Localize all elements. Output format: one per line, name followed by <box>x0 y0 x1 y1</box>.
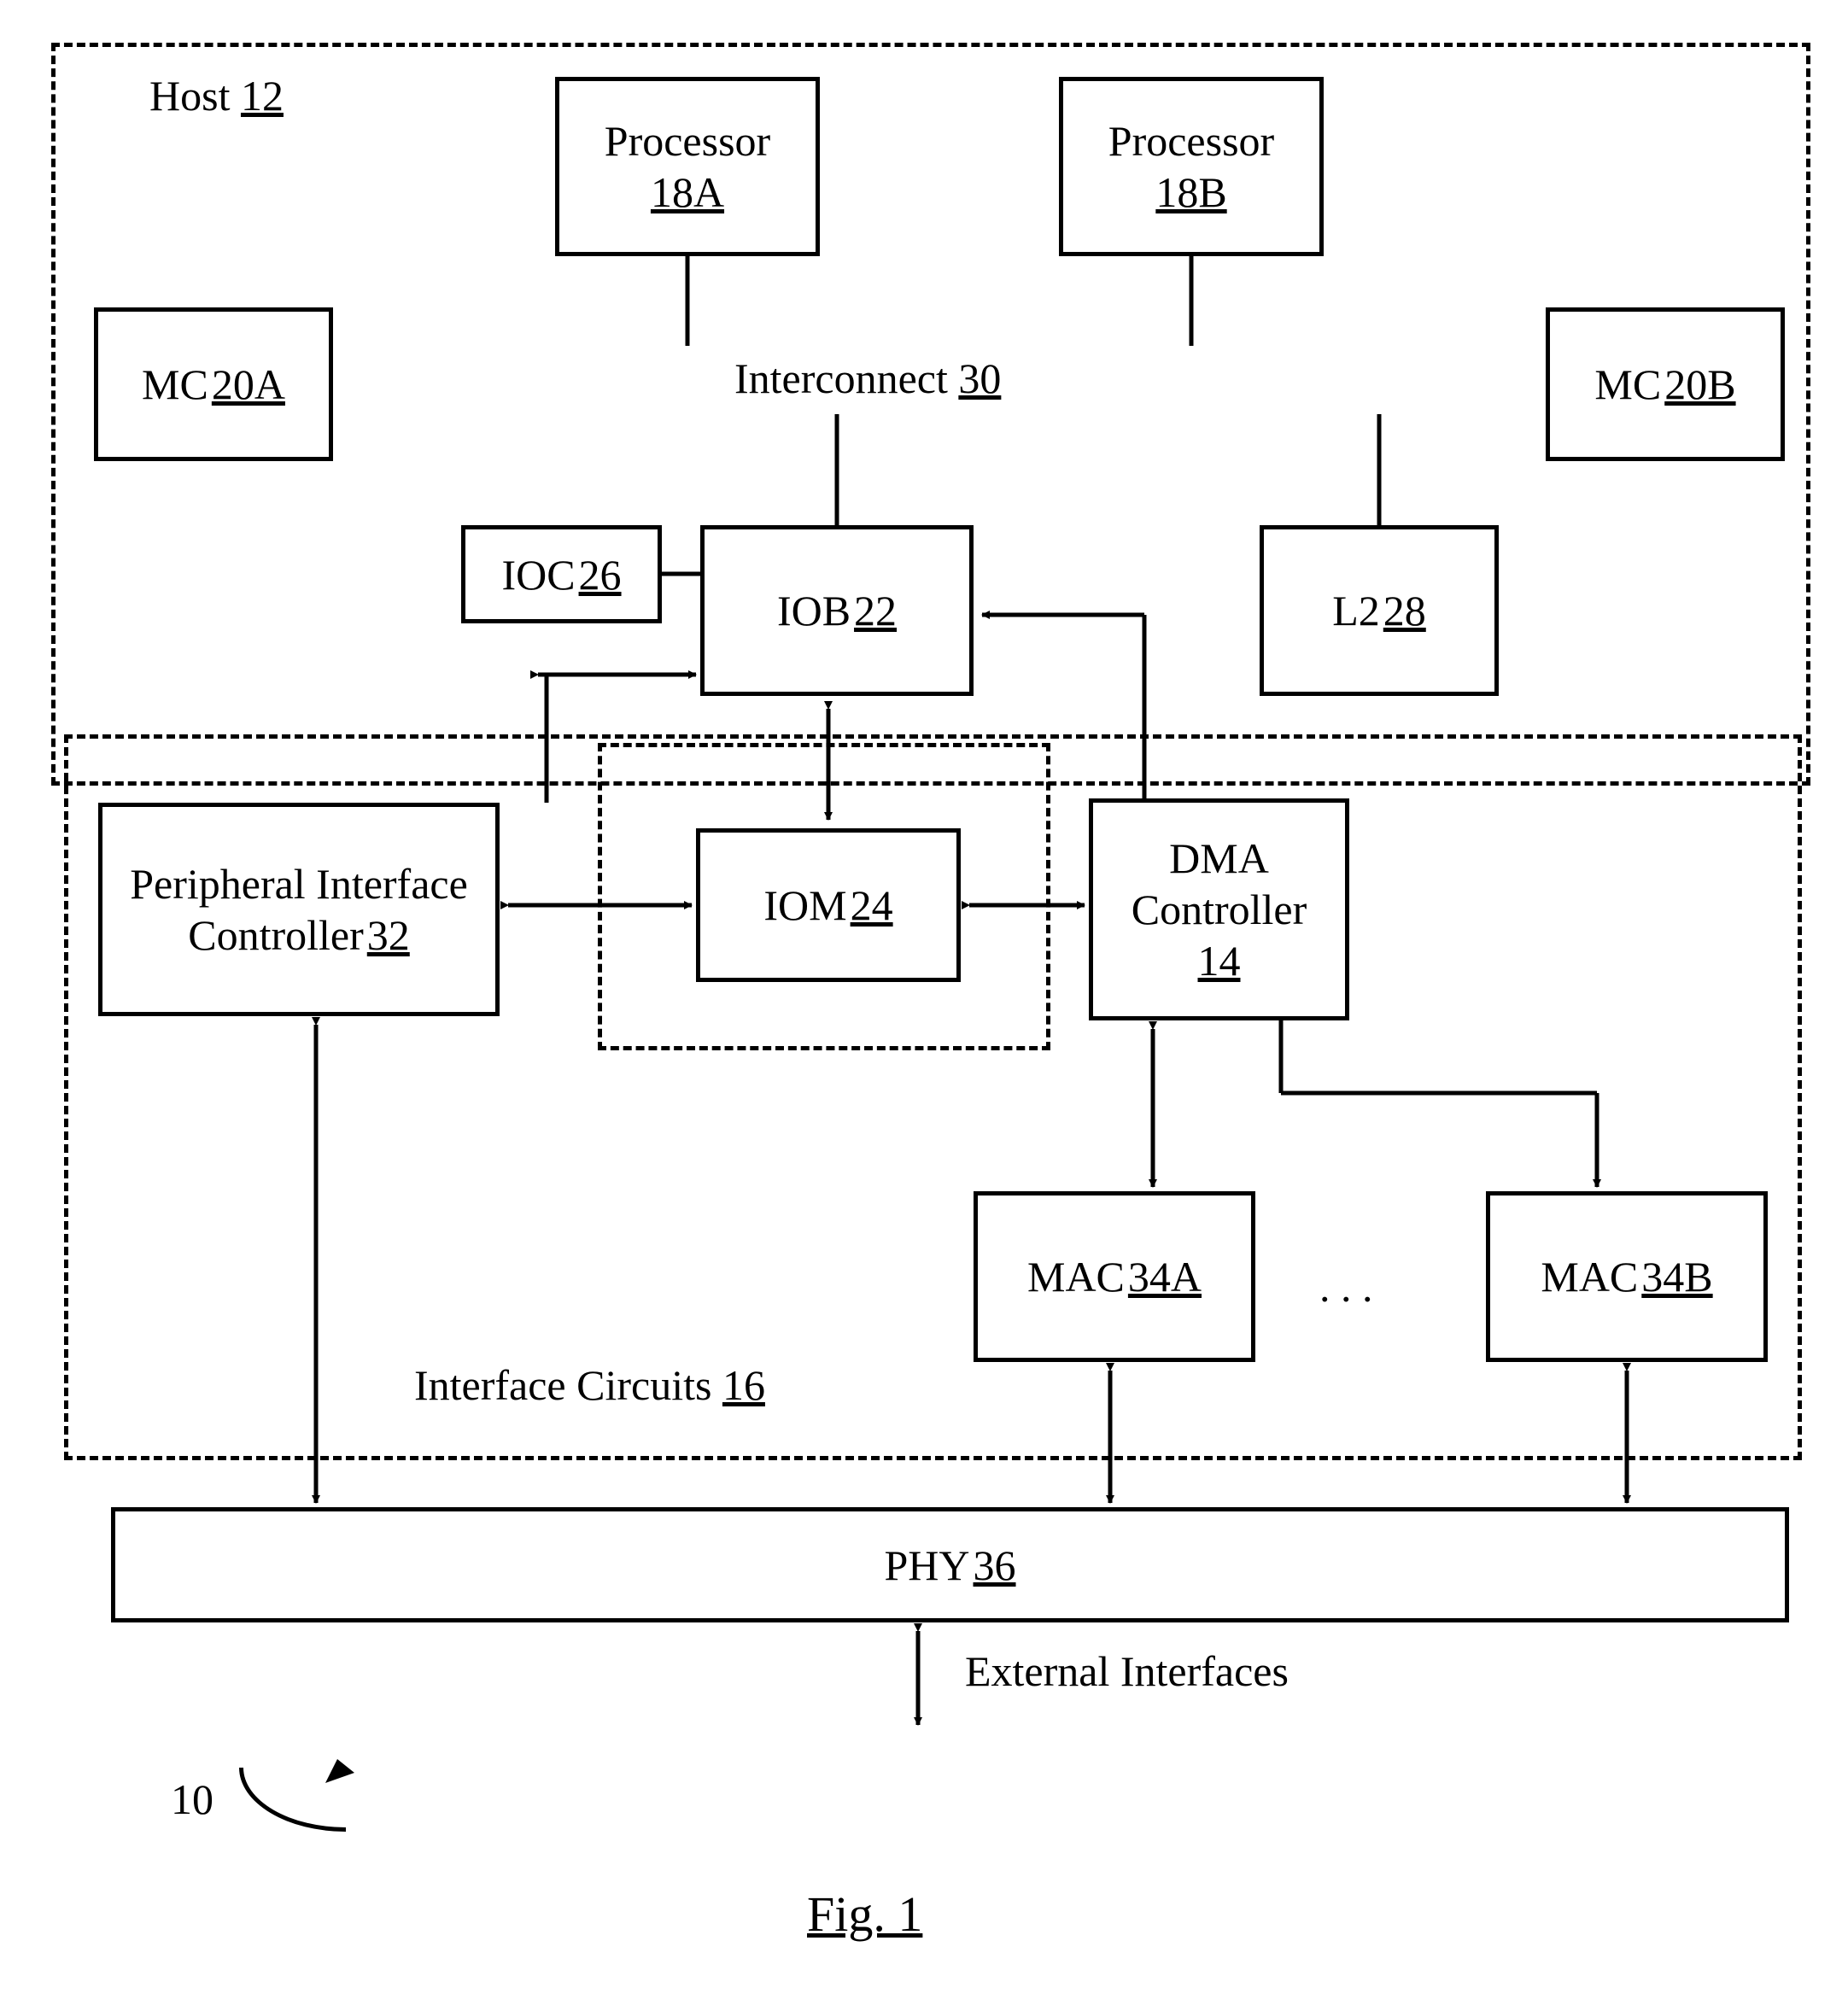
mac-a: MAC 34A <box>974 1191 1255 1362</box>
phy: PHY 36 <box>111 1507 1789 1622</box>
diagram-canvas: Host 12 Processor 18A Processor 18B MC 2… <box>0 0 1848 2011</box>
mac-b: MAC 34B <box>1486 1191 1768 1362</box>
ioc: IOC 26 <box>461 525 662 623</box>
interface-circuits-label: Interface Circuits 16 <box>414 1362 765 1409</box>
mc-b: MC 20B <box>1546 307 1785 461</box>
mac-ellipsis: . . . <box>1319 1264 1373 1311</box>
processor-a: Processor 18A <box>555 77 820 256</box>
iob: IOB 22 <box>700 525 974 696</box>
host-label: Host 12 <box>149 73 284 120</box>
processor-b: Processor 18B <box>1059 77 1324 256</box>
interconnect-label: Interconnect 30 <box>734 355 1001 402</box>
iom: IOM 24 <box>696 828 961 982</box>
external-interfaces-label: External Interfaces <box>965 1648 1289 1695</box>
l2-cache: L2 28 <box>1260 525 1499 696</box>
system-ref-arrow-curve <box>239 1768 346 1832</box>
dma-controller: DMA Controller 14 <box>1089 798 1349 1020</box>
mc-a: MC 20A <box>94 307 333 461</box>
system-ref: 10 <box>171 1776 213 1823</box>
figure-caption: Fig. 1 <box>807 1887 922 1942</box>
